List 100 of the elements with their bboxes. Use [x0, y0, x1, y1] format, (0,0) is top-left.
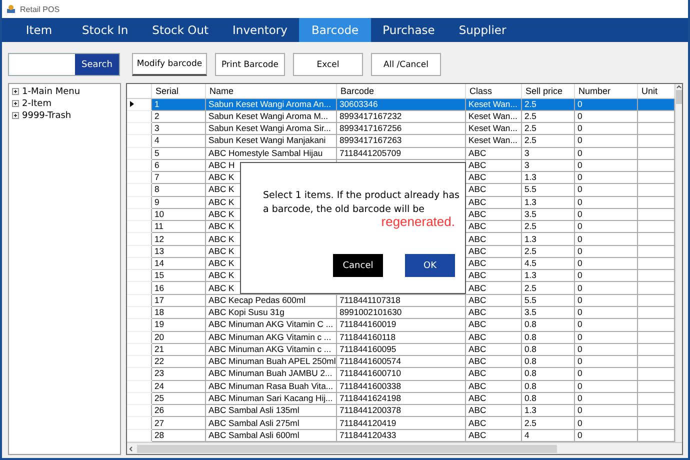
table-cell: 2.5	[521, 134, 574, 148]
table-cell: 27	[151, 416, 205, 430]
table-row[interactable]: 18 ABC Kopi Susu 31g 8991002101630 ABC 3.5 0	[127, 306, 674, 319]
dialog-button[interactable]: OK	[405, 254, 455, 277]
table-cell: 0	[574, 380, 637, 392]
tree-item[interactable]: 1-Main Menu	[12, 86, 117, 97]
table-cell: 0	[574, 134, 637, 148]
table-row[interactable]: 5 ABC Homestyle Sambal Hijau 7118441205709 ABC 3 0	[127, 147, 674, 160]
horizontal-scrollbar[interactable]	[127, 442, 682, 454]
table-row[interactable]: 22 ABC Minuman Buah APEL 250ml 7118441600574 ABC 0.8 0	[127, 356, 674, 368]
table-cell: 0	[574, 245, 637, 258]
table-cell: 30603346	[336, 98, 465, 110]
table-row[interactable]: 28 ABC Sambal Asli 600ml 711844120433 ABC 4 0	[127, 429, 674, 442]
table-row[interactable]: 17 ABC Kecap Pedas 600ml 7118441107318 ABC 5.5 0	[127, 294, 674, 307]
scroll-thumb[interactable]	[137, 444, 557, 452]
plus-box-icon[interactable]	[12, 88, 19, 95]
table-cell: 0	[574, 232, 637, 246]
scroll-up-icon[interactable]	[676, 84, 682, 90]
nav-tab[interactable]: Stock Out	[140, 18, 221, 42]
column-header[interactable]: Barcode	[336, 84, 465, 98]
search-button[interactable]: Search	[75, 54, 119, 75]
table-cell: 23	[151, 368, 205, 380]
table-row[interactable]: 21 ABC Minuman AKG Vitamin c ... 711844160095 ABC 0.8 0	[127, 343, 674, 356]
table-cell: 2.5	[521, 245, 574, 258]
table-cell: ABC	[465, 416, 521, 430]
table-row[interactable]: 1 Sabun Keset Wangi Aroma An... 30603346 Keset Wan... 2.5 0	[127, 98, 674, 110]
plus-box-icon[interactable]	[12, 112, 19, 119]
table-cell: ABC	[465, 147, 521, 160]
table-cell: 24	[151, 380, 205, 392]
table-cell: 13	[151, 245, 205, 258]
toolbar-button[interactable]: Modify barcode	[132, 53, 207, 76]
table-cell: Sabun Keset Wangi Manjakani	[205, 134, 336, 148]
plus-box-icon[interactable]	[12, 100, 19, 107]
table-cell: 0	[574, 98, 637, 110]
table-cell: 5	[151, 147, 205, 160]
table-cell: 4	[151, 134, 205, 148]
scroll-left-icon[interactable]	[127, 446, 135, 452]
table-cell: 0.8	[521, 331, 574, 344]
table-cell: 0	[574, 282, 637, 294]
table-cell: 19	[151, 318, 205, 332]
nav-tab[interactable]: Stock In	[70, 18, 140, 42]
column-header[interactable]: Unit	[637, 84, 674, 98]
column-header[interactable]: Sell price	[521, 84, 574, 98]
table-cell: ABC	[465, 318, 521, 332]
current-row-icon	[130, 101, 134, 108]
table-cell: 7118441205709	[336, 147, 465, 160]
tree-item[interactable]: 2-Item	[12, 98, 117, 109]
table-cell: Sabun Keset Wangi Aroma An...	[205, 98, 336, 110]
table-row[interactable]: 3 Sabun Keset Wangi Aroma Sir... 8993417167256 Keset Wan... 2.5 0	[127, 122, 674, 135]
column-header[interactable]: Number	[574, 84, 637, 98]
nav-tab[interactable]: Supplier	[446, 18, 518, 42]
table-cell: 9	[151, 196, 205, 208]
search-field[interactable]: Search	[8, 53, 120, 76]
table-cell: 2.5	[521, 98, 574, 110]
table-row[interactable]: 24 ABC Minuman Rasa Buah Vita... 7118441600338 ABC 0.8 0	[127, 380, 674, 392]
table-cell: 8	[151, 184, 205, 196]
column-header[interactable]: Serial	[151, 84, 205, 98]
table-row[interactable]: 20 ABC Minuman AKG Vitamin c ... 711844160118 ABC 0.8 0	[127, 331, 674, 344]
table-cell: 2.5	[521, 282, 574, 294]
toolbar-button[interactable]: All /Cancel	[371, 53, 441, 76]
tree-item[interactable]: 9999-Trash	[12, 110, 117, 121]
column-header[interactable]: Class	[465, 84, 521, 98]
table-cell: ABC	[465, 331, 521, 344]
table-row[interactable]: 27 ABC Sambal Asli 275ml 711844120419 ABC 2.5 0	[127, 416, 674, 430]
table-cell: 20	[151, 331, 205, 344]
table-row[interactable]: 4 Sabun Keset Wangi Manjakani 8993417167263 Keset Wan... 2.5 0	[127, 134, 674, 148]
dialog-button[interactable]: Cancel	[333, 254, 383, 277]
table-cell: 0	[574, 196, 637, 208]
table-cell: 0.8	[521, 380, 574, 392]
table-row[interactable]: 19 ABC Minuman AKG Vitamin C ... 711844160019 ABC 0.8 0	[127, 318, 674, 332]
table-cell: ABC Minuman AKG Vitamin C ...	[205, 318, 336, 332]
table-cell: ABC	[465, 368, 521, 380]
table-row[interactable]: 26 ABC Sambal Asli 135ml 7118441200378 ABC 1.3 0	[127, 404, 674, 417]
table-row[interactable]: 23 ABC Minuman Buah JAMBU 2... 7118441600710 ABC 0.8 0	[127, 368, 674, 380]
toolbar-button[interactable]: Excel	[293, 53, 363, 76]
table-cell: 12	[151, 232, 205, 246]
table-row[interactable]: 2 Sabun Keset Wangi Aroma M... 8993417167232 Keset Wan... 2.5 0	[127, 110, 674, 123]
table-cell: ABC	[465, 380, 521, 392]
app-icon	[6, 4, 16, 14]
nav-tab[interactable]: Purchase	[370, 18, 447, 42]
nav-tab[interactable]: Item	[8, 18, 70, 42]
table-cell: 8993417167263	[336, 134, 465, 148]
table-cell: 0	[574, 416, 637, 430]
table-cell: 1.3	[521, 232, 574, 246]
table-cell: 1.3	[521, 196, 574, 208]
table-row[interactable]: 25 ABC Minuman Sari Kacang Hij... 7118441624198 ABC 0.8 0	[127, 392, 674, 405]
table-cell: 0	[574, 318, 637, 332]
table-cell: 7118441600710	[336, 368, 465, 380]
scroll-thumb[interactable]	[676, 90, 682, 104]
table-cell: 7118441600338	[336, 380, 465, 392]
table-cell: 2.5	[521, 416, 574, 430]
nav-tab[interactable]: Inventory	[220, 18, 300, 42]
table-cell: ABC Sambal Asli 275ml	[205, 416, 336, 430]
dialog-highlight: regenerated.	[380, 214, 455, 229]
table-cell: 0	[574, 368, 637, 380]
window-title: Retail POS	[20, 4, 60, 14]
column-header[interactable]: Name	[205, 84, 336, 98]
table-cell: 711844160118	[336, 331, 465, 344]
nav-tab[interactable]: Barcode	[299, 18, 371, 42]
toolbar-button[interactable]: Print Barcode	[215, 53, 285, 76]
